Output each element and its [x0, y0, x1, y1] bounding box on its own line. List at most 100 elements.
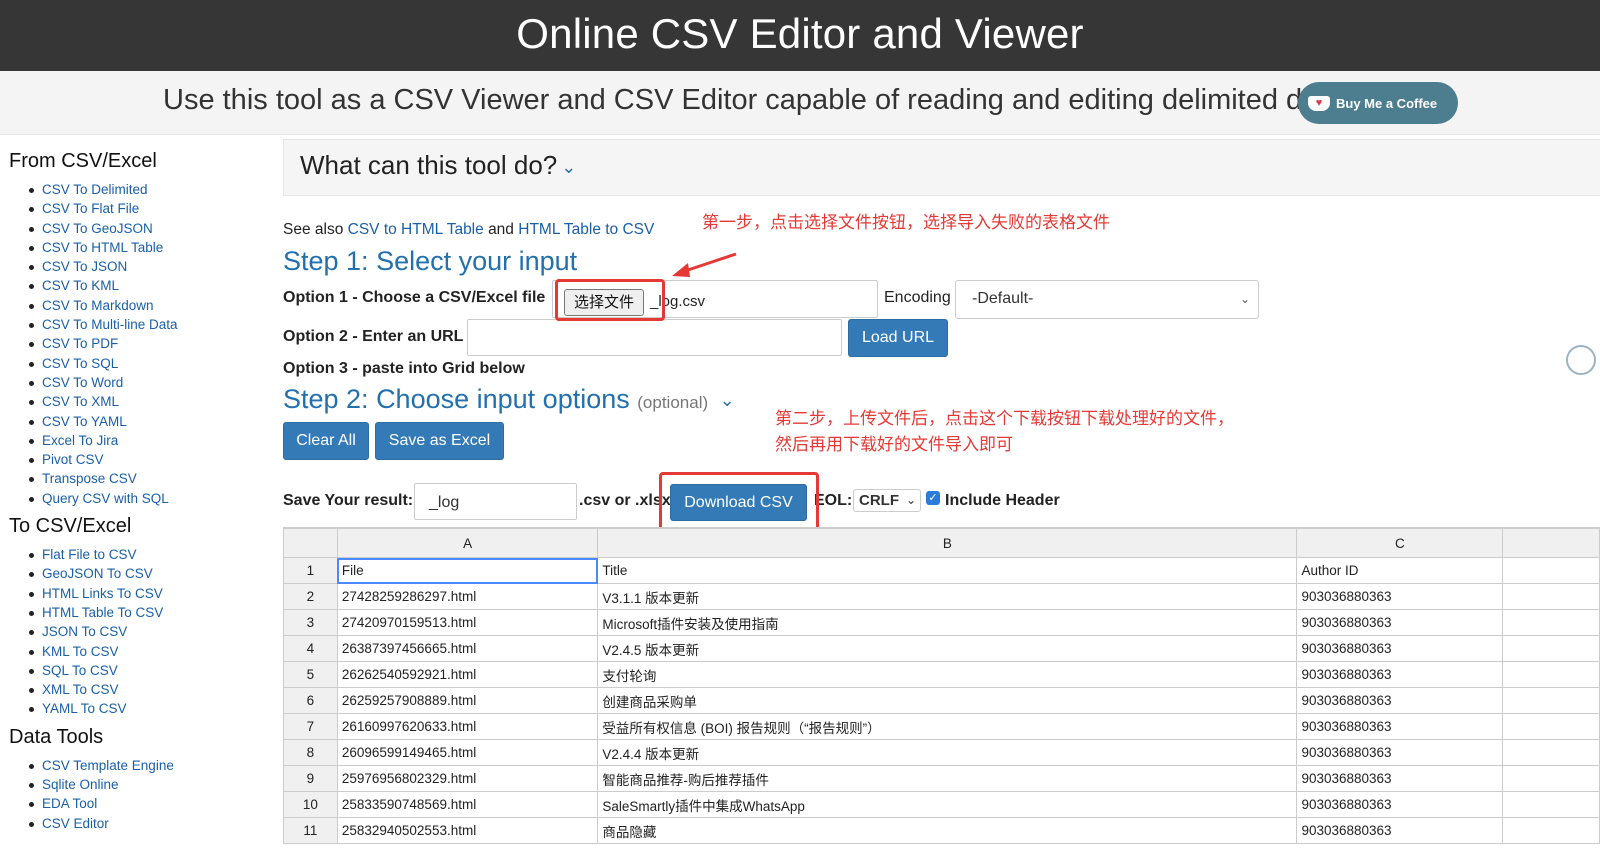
- table-cell[interactable]: [1502, 557, 1600, 584]
- sidebar-link[interactable]: Query CSV with SQL: [29, 489, 269, 508]
- table-cell[interactable]: 903036880363: [1296, 713, 1504, 740]
- sidebar-link[interactable]: CSV To YAML: [29, 412, 269, 431]
- sidebar-link[interactable]: CSV To HTML Table: [29, 238, 269, 257]
- sidebar-link[interactable]: Excel To Jira: [29, 431, 269, 450]
- sidebar-link[interactable]: CSV To KML: [29, 276, 269, 295]
- sidebar-link[interactable]: EDA Tool: [29, 794, 269, 813]
- sidebar-link[interactable]: SQL To CSV: [29, 661, 269, 680]
- table-cell[interactable]: [1502, 765, 1600, 792]
- table-cell[interactable]: SaleSmartly插件中集成WhatsApp: [597, 791, 1298, 818]
- encoding-select[interactable]: -Default- ⌄: [955, 280, 1259, 319]
- sidebar-link[interactable]: CSV To GeoJSON: [29, 219, 269, 238]
- sidebar-link[interactable]: YAML To CSV: [29, 699, 269, 718]
- url-input[interactable]: [467, 319, 842, 356]
- link-html-table-to-csv[interactable]: HTML Table to CSV: [518, 221, 654, 238]
- sidebar-link[interactable]: CSV To XML: [29, 392, 269, 411]
- link-csv-to-html-table[interactable]: CSV to HTML Table: [348, 221, 484, 238]
- sidebar-link[interactable]: HTML Links To CSV: [29, 584, 269, 603]
- table-cell[interactable]: 25833590748569.html: [336, 791, 599, 818]
- table-cell[interactable]: [1502, 791, 1600, 818]
- sidebar-link[interactable]: GeoJSON To CSV: [29, 564, 269, 583]
- step2-title[interactable]: Step 2: Choose input options (optional) …: [283, 384, 735, 415]
- sidebar-link[interactable]: CSV To JSON: [29, 257, 269, 276]
- sidebar-link[interactable]: Flat File to CSV: [29, 545, 269, 564]
- sidebar-link[interactable]: CSV To SQL: [29, 354, 269, 373]
- column-header-b[interactable]: B: [597, 528, 1298, 558]
- table-cell[interactable]: 受益所有权信息 (BOI) 报告规则（“报告规则”）: [597, 713, 1298, 740]
- table-cell[interactable]: 903036880363: [1296, 583, 1504, 610]
- sidebar-link[interactable]: CSV To Flat File: [29, 199, 269, 218]
- what-can-this-tool-do-panel[interactable]: What can this tool do? ⌄: [283, 139, 1600, 196]
- table-cell[interactable]: 26259257908889.html: [336, 687, 599, 714]
- table-cell[interactable]: 27420970159513.html: [336, 609, 599, 636]
- table-cell[interactable]: 27428259286297.html: [336, 583, 599, 610]
- table-cell[interactable]: [1502, 583, 1600, 610]
- table-cell[interactable]: 903036880363: [1296, 661, 1504, 688]
- table-cell[interactable]: Title: [597, 557, 1298, 584]
- table-cell[interactable]: 支付轮询: [597, 661, 1298, 688]
- row-number[interactable]: 7: [283, 713, 338, 740]
- table-cell[interactable]: 903036880363: [1296, 635, 1504, 662]
- table-cell[interactable]: 903036880363: [1296, 791, 1504, 818]
- buy-me-a-coffee-button[interactable]: ♥ Buy Me a Coffee: [1298, 82, 1458, 124]
- table-cell[interactable]: 903036880363: [1296, 765, 1504, 792]
- table-cell[interactable]: File: [336, 557, 599, 584]
- table-cell[interactable]: 25976956802329.html: [336, 765, 599, 792]
- table-cell[interactable]: 创建商品采购单: [597, 687, 1298, 714]
- column-header-next[interactable]: [1502, 528, 1600, 558]
- row-number[interactable]: 9: [283, 765, 338, 792]
- row-number[interactable]: 11: [283, 817, 338, 844]
- table-cell[interactable]: V2.4.5 版本更新: [597, 635, 1298, 662]
- row-number[interactable]: 3: [283, 609, 338, 636]
- table-cell[interactable]: 26387397456665.html: [336, 635, 599, 662]
- table-cell[interactable]: [1502, 687, 1600, 714]
- row-number[interactable]: 5: [283, 661, 338, 688]
- sidebar-link[interactable]: XML To CSV: [29, 680, 269, 699]
- output-filename-input[interactable]: _log: [414, 483, 577, 520]
- save-as-excel-button[interactable]: Save as Excel: [375, 422, 504, 460]
- table-cell[interactable]: [1502, 609, 1600, 636]
- table-cell[interactable]: [1502, 713, 1600, 740]
- table-cell[interactable]: 26160997620633.html: [336, 713, 599, 740]
- sidebar-link[interactable]: JSON To CSV: [29, 622, 269, 641]
- load-url-button[interactable]: Load URL: [848, 319, 948, 357]
- sidebar-link[interactable]: CSV Template Engine: [29, 756, 269, 775]
- include-header-checkbox[interactable]: ✓: [926, 491, 940, 505]
- row-number[interactable]: 1: [283, 557, 338, 584]
- data-grid[interactable]: A B C 1 File Title Author ID 2 27428259286297…: [283, 527, 1600, 862]
- table-cell[interactable]: 商品隐藏: [597, 817, 1298, 844]
- row-number[interactable]: 4: [283, 635, 338, 662]
- sidebar-link[interactable]: KML To CSV: [29, 642, 269, 661]
- table-cell[interactable]: Microsoft插件安装及使用指南: [597, 609, 1298, 636]
- row-number[interactable]: 6: [283, 687, 338, 714]
- sidebar-link[interactable]: CSV To Word: [29, 373, 269, 392]
- table-cell[interactable]: 25832940502553.html: [336, 817, 599, 844]
- sidebar-link[interactable]: Transpose CSV: [29, 469, 269, 488]
- sidebar-link[interactable]: CSV Editor: [29, 814, 269, 833]
- row-number[interactable]: 8: [283, 739, 338, 766]
- sidebar-link[interactable]: CSV To PDF: [29, 334, 269, 353]
- sidebar-link[interactable]: Pivot CSV: [29, 450, 269, 469]
- row-number[interactable]: 10: [283, 791, 338, 818]
- sidebar-link[interactable]: HTML Table To CSV: [29, 603, 269, 622]
- table-cell[interactable]: 智能商品推荐-购后推荐插件: [597, 765, 1298, 792]
- table-cell[interactable]: 903036880363: [1296, 687, 1504, 714]
- eol-select[interactable]: CRLF ⌄: [853, 489, 921, 512]
- table-cell[interactable]: 903036880363: [1296, 739, 1504, 766]
- row-number[interactable]: 2: [283, 583, 338, 610]
- table-cell[interactable]: [1502, 739, 1600, 766]
- sidebar-link[interactable]: CSV To Multi-line Data: [29, 315, 269, 334]
- table-cell[interactable]: 903036880363: [1296, 817, 1504, 844]
- table-cell[interactable]: [1502, 817, 1600, 844]
- side-widget-icon[interactable]: [1566, 345, 1596, 375]
- table-cell[interactable]: [1502, 661, 1600, 688]
- column-header-a[interactable]: A: [336, 528, 599, 558]
- sidebar-link[interactable]: CSV To Markdown: [29, 296, 269, 315]
- table-cell[interactable]: Author ID: [1296, 557, 1504, 584]
- column-header-c[interactable]: C: [1296, 528, 1504, 558]
- sidebar-link[interactable]: Sqlite Online: [29, 775, 269, 794]
- table-cell[interactable]: 26262540592921.html: [336, 661, 599, 688]
- sidebar-link[interactable]: CSV To Delimited: [29, 180, 269, 199]
- table-cell[interactable]: V3.1.1 版本更新: [597, 583, 1298, 610]
- table-cell[interactable]: 903036880363: [1296, 609, 1504, 636]
